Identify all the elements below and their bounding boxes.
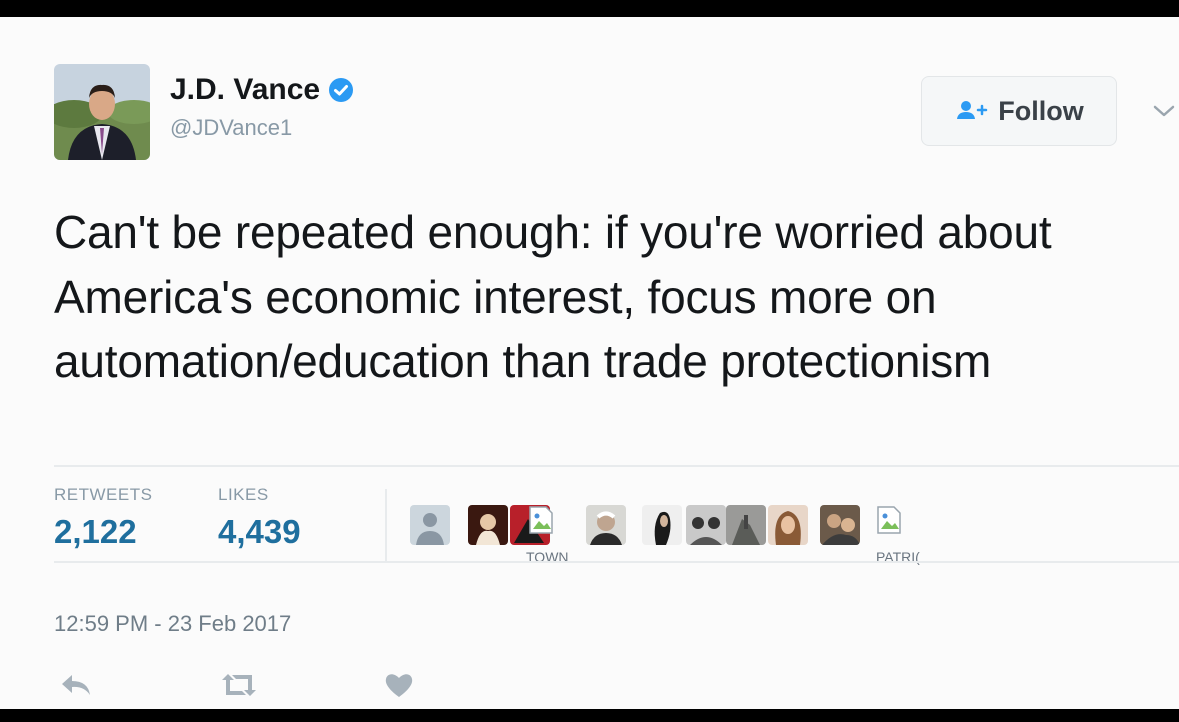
liker-avatar[interactable] <box>686 505 726 545</box>
follow-button-label: Follow <box>998 95 1084 126</box>
liker-avatar[interactable] <box>468 505 508 545</box>
divider <box>54 465 1179 467</box>
liker-avatar[interactable] <box>768 505 808 545</box>
retweets-count[interactable]: 2,122 <box>54 513 152 551</box>
divider <box>385 489 387 561</box>
divider <box>54 561 1179 563</box>
like-heart-icon[interactable] <box>384 671 414 699</box>
likes-count[interactable]: 4,439 <box>218 513 301 551</box>
retweet-icon[interactable] <box>218 671 260 699</box>
author-name[interactable]: J.D. Vance <box>170 73 354 107</box>
retweets-stat[interactable]: RETWEETS 2,122 <box>54 485 152 551</box>
liker-avatar[interactable] <box>820 505 860 545</box>
tweet-text: Can't be repeated enough: if you're worr… <box>54 206 1052 387</box>
tweet-timestamp[interactable]: 12:59 PM - 23 Feb 2017 <box>54 611 291 637</box>
author-avatar[interactable] <box>54 64 150 160</box>
author-handle[interactable]: @JDVance1 <box>170 115 292 141</box>
likes-label: LIKES <box>218 485 269 504</box>
chevron-down-icon[interactable] <box>1152 103 1176 119</box>
liker-avatar[interactable] <box>410 505 450 545</box>
liker-avatar[interactable] <box>726 505 766 545</box>
retweets-label: RETWEETS <box>54 485 153 504</box>
follow-button[interactable]: Follow <box>921 76 1117 146</box>
liker-avatar[interactable] <box>586 505 626 545</box>
verified-badge-icon <box>329 78 354 102</box>
author-name-text[interactable]: J.D. Vance <box>170 73 320 107</box>
liker-avatars: TOWN PATRI( <box>410 505 930 565</box>
tweet-card: J.D. Vance @JDVance1 Follow Can't be rep… <box>0 17 1179 709</box>
follow-user-icon <box>957 101 988 119</box>
likes-stat[interactable]: LIKES 4,439 <box>218 485 301 551</box>
reply-icon[interactable] <box>58 671 94 699</box>
liker-avatar[interactable] <box>642 505 682 545</box>
